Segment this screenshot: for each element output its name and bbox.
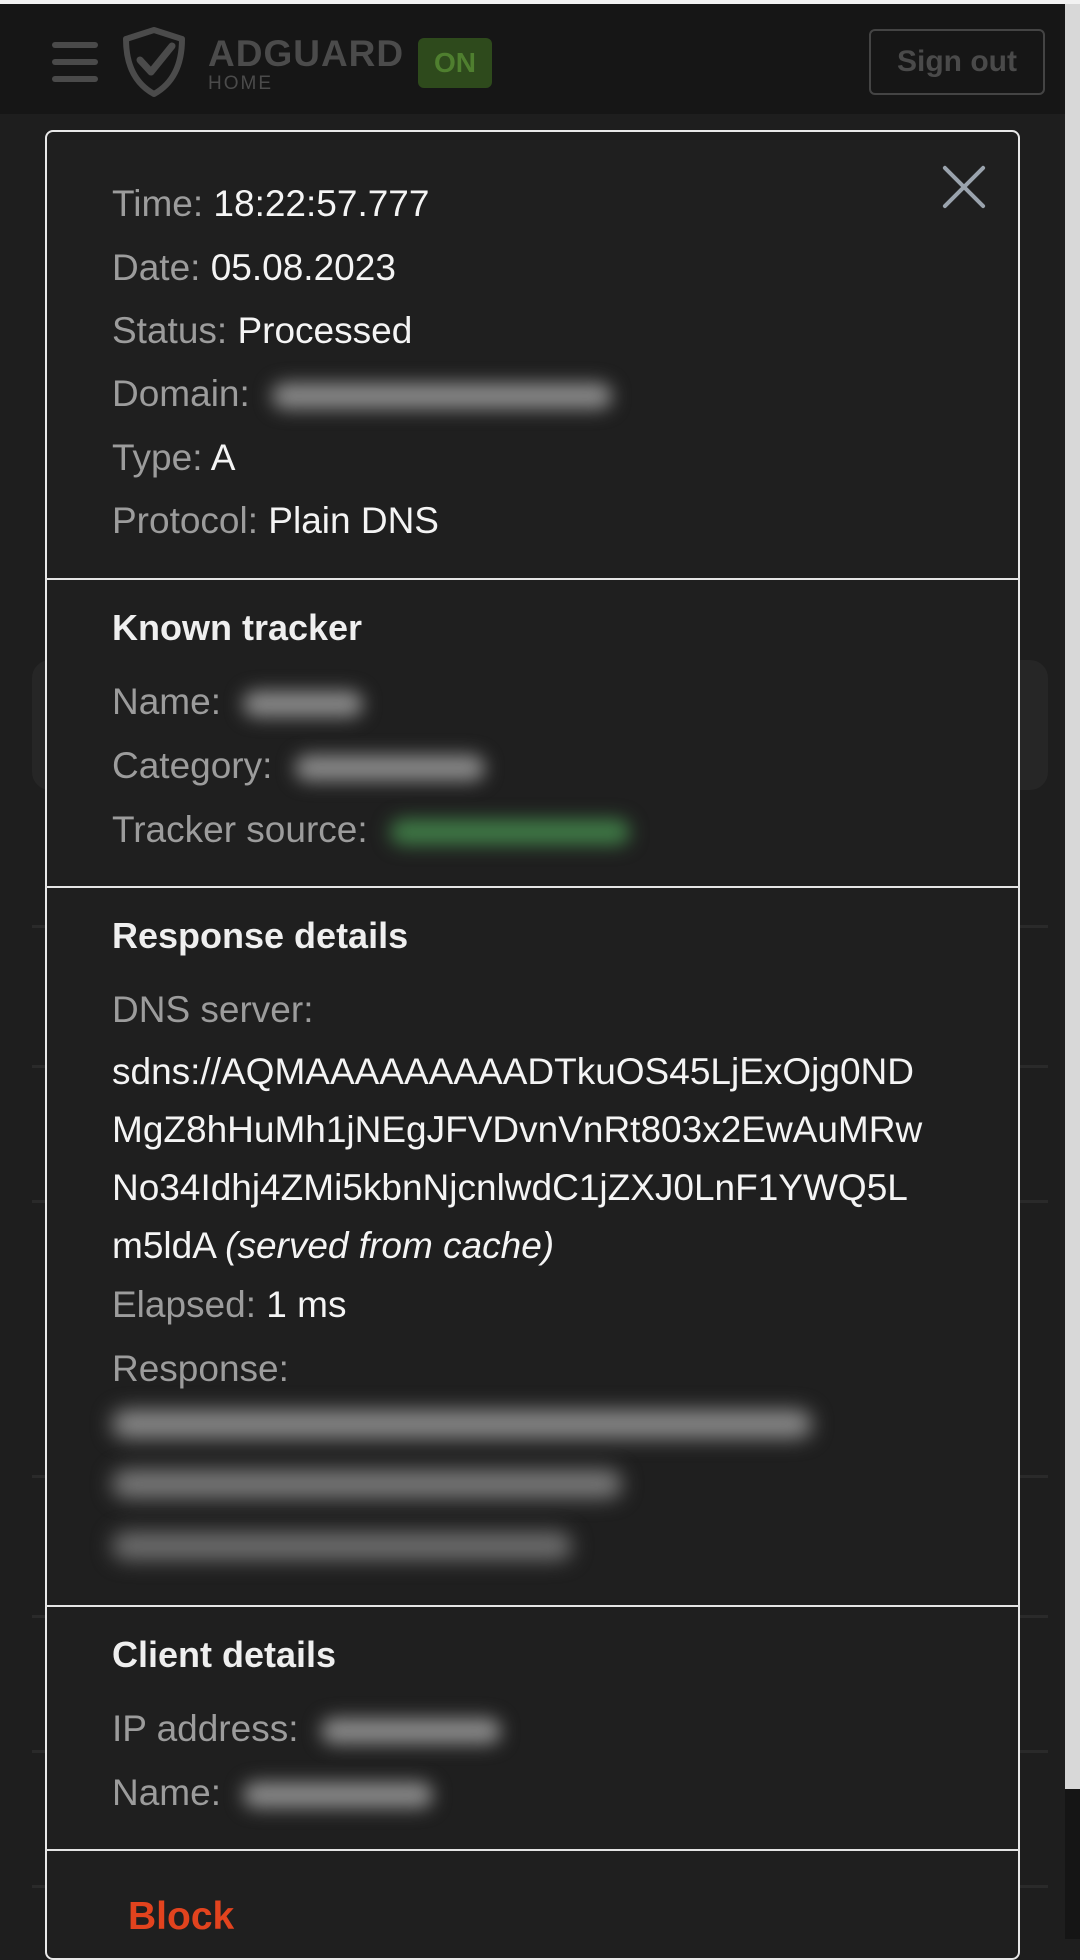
sign-out-button[interactable]: Sign out xyxy=(869,29,1045,95)
status-value: Processed xyxy=(237,310,413,351)
date-row: Date: 05.08.2023 xyxy=(112,243,396,293)
elapsed-value: 1 ms xyxy=(266,1284,347,1325)
client-name-label: Name: xyxy=(112,1772,221,1813)
response-details-heading: Response details xyxy=(112,915,409,956)
type-value: A xyxy=(210,437,236,478)
domain-value-redacted xyxy=(272,383,613,410)
scrollbar-track xyxy=(1065,1789,1080,1939)
close-icon[interactable] xyxy=(943,166,987,210)
protocol-label: Protocol: xyxy=(112,500,259,541)
date-value: 05.08.2023 xyxy=(210,247,396,288)
protocol-row: Protocol: Plain DNS xyxy=(112,496,439,546)
section-divider xyxy=(45,1605,1020,1607)
client-name-row: Name: xyxy=(112,1768,434,1818)
protocol-value: Plain DNS xyxy=(268,500,439,541)
brand-subtitle: HOME xyxy=(208,73,273,94)
time-value: 18:22:57.777 xyxy=(213,183,430,224)
response-label: Response: xyxy=(112,1348,289,1389)
response-value-redacted xyxy=(112,1470,622,1498)
dns-server-value: sdns://AQMAAAAAAAAADTkuOS45LjExOjg0ND Mg… xyxy=(112,1043,972,1275)
tracker-category-label: Category: xyxy=(112,745,273,786)
cache-note: (served from cache) xyxy=(225,1225,555,1266)
section-divider xyxy=(45,1849,1020,1851)
section-divider xyxy=(45,886,1020,888)
type-label: Type: xyxy=(112,437,203,478)
tracker-source-label: Tracker source: xyxy=(112,809,368,850)
protection-status-badge: ON xyxy=(418,38,492,88)
time-row: Time: 18:22:57.777 xyxy=(112,179,429,229)
tracker-category-redacted xyxy=(294,755,485,782)
dns-server-label: DNS server: xyxy=(112,989,314,1030)
block-button[interactable]: Block xyxy=(128,1892,234,1942)
brand-name: ADGUARD xyxy=(208,33,405,74)
time-label: Time: xyxy=(112,183,204,224)
scrollbar[interactable] xyxy=(1065,4,1080,1789)
section-divider xyxy=(45,578,1020,580)
elapsed-row: Elapsed: 1 ms xyxy=(112,1280,346,1330)
type-row: Type: A xyxy=(112,433,235,483)
domain-row: Domain: xyxy=(112,369,613,419)
tracker-source-link-redacted[interactable] xyxy=(389,819,630,846)
client-ip-label: IP address: xyxy=(112,1708,299,1749)
tracker-source-row: Tracker source: xyxy=(112,805,630,855)
client-ip-redacted xyxy=(320,1718,501,1745)
status-label: Status: xyxy=(112,310,228,351)
dns-server-row: DNS server: xyxy=(112,985,313,1035)
client-ip-row: IP address: xyxy=(112,1704,501,1754)
menu-icon[interactable] xyxy=(52,42,98,82)
tracker-name-label: Name: xyxy=(112,681,221,722)
response-value-redacted xyxy=(112,1410,812,1438)
tracker-name-row: Name: xyxy=(112,677,364,727)
tracker-category-row: Category: xyxy=(112,741,485,791)
top-header: ADGUARD HOME ON Sign out xyxy=(0,4,1065,114)
client-name-redacted xyxy=(243,1782,434,1809)
shield-logo-icon xyxy=(123,27,185,97)
tracker-name-redacted xyxy=(243,691,364,718)
response-row: Response: xyxy=(112,1344,289,1394)
response-value-redacted xyxy=(112,1532,572,1560)
known-tracker-heading: Known tracker xyxy=(112,607,363,648)
status-row: Status: Processed xyxy=(112,306,412,356)
client-details-heading: Client details xyxy=(112,1634,337,1675)
date-label: Date: xyxy=(112,247,201,288)
domain-label: Domain: xyxy=(112,373,250,414)
elapsed-label: Elapsed: xyxy=(112,1284,256,1325)
